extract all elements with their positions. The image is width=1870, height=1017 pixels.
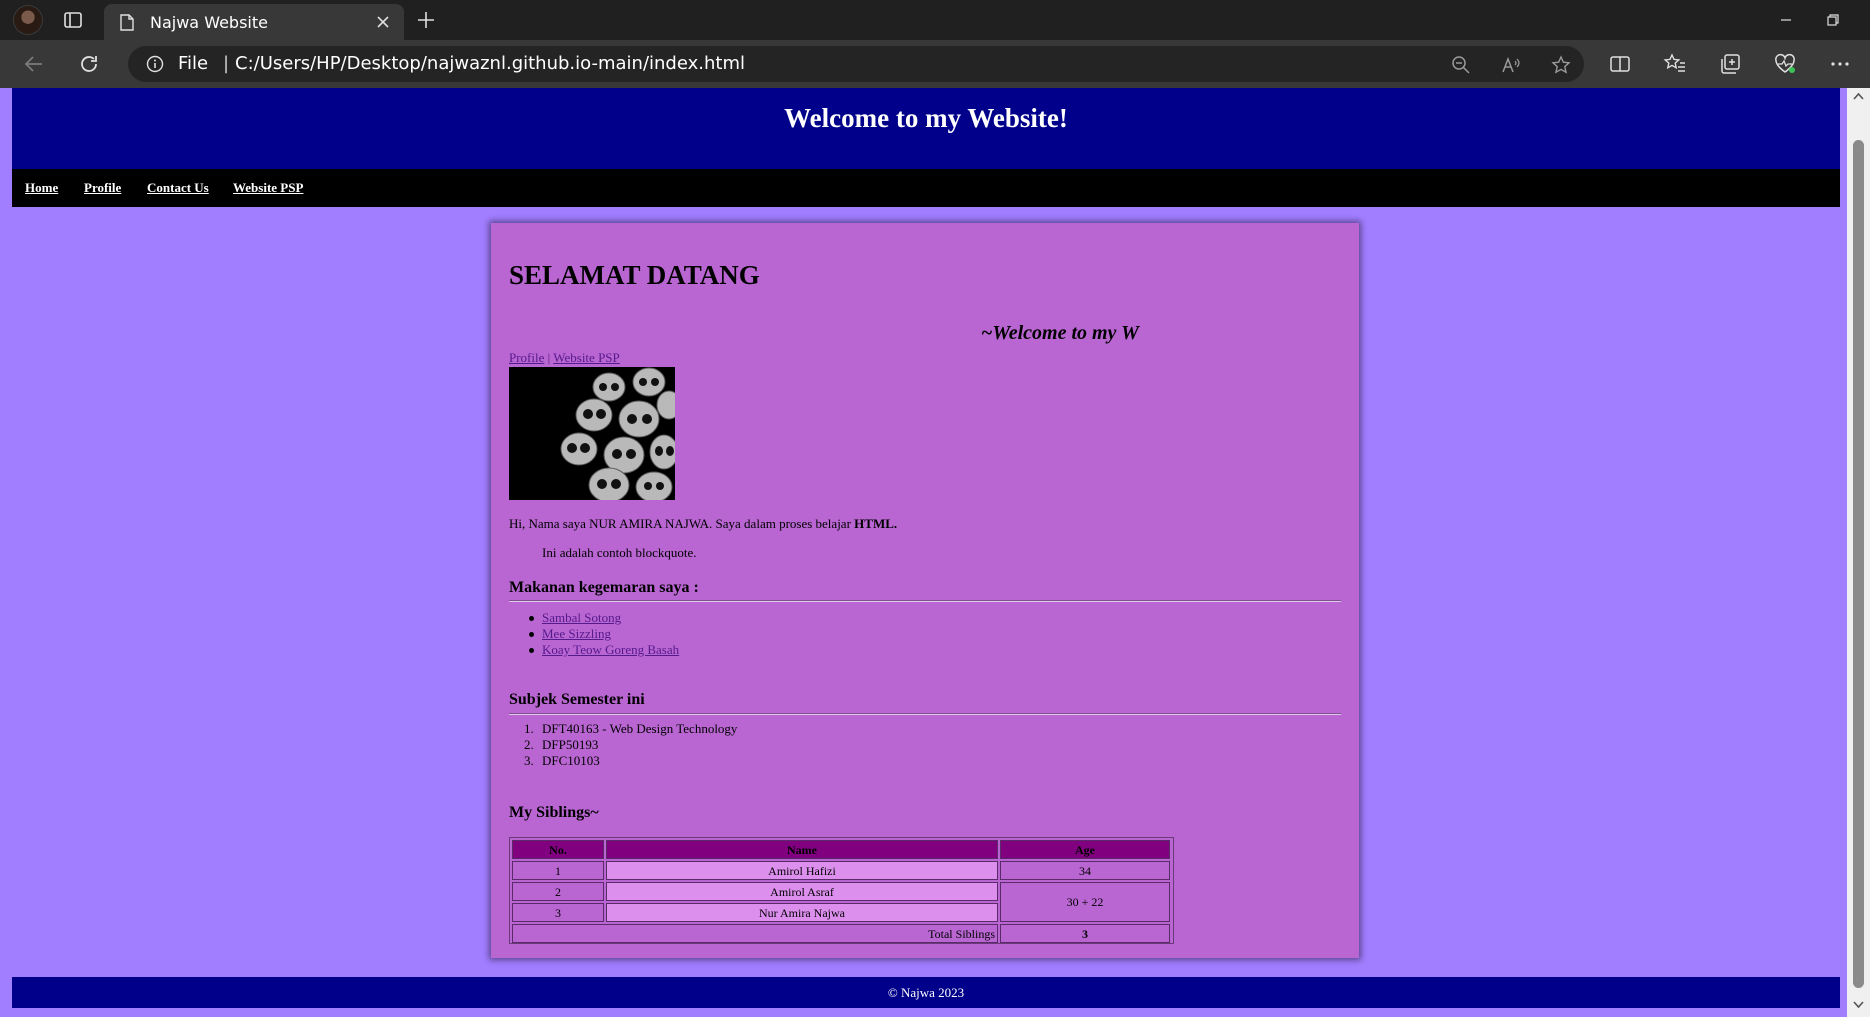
table-cell-age: 34 xyxy=(1000,861,1170,880)
intro-text: Hi, Nama saya NUR AMIRA NAJWA. Saya dala… xyxy=(509,516,897,532)
list-item: Sambal Sotong xyxy=(529,610,679,626)
more-dots-icon[interactable] xyxy=(1828,52,1852,76)
nav-link-contact-us[interactable]: Contact Us xyxy=(147,180,209,196)
quick-link-profile[interactable]: Profile xyxy=(509,350,544,365)
read-aloud-icon[interactable] xyxy=(1501,55,1521,75)
heart-pulse-icon[interactable] xyxy=(1773,52,1797,76)
subject-text: DFC10103 xyxy=(542,753,600,768)
site-nav: Home Profile Contact Us Website PSP xyxy=(12,169,1840,207)
minimize-icon[interactable] xyxy=(1774,8,1798,32)
table-header-name: Name xyxy=(606,840,998,859)
table-cell-no: 2 xyxy=(512,882,604,901)
subject-list: 1. DFT40163 - Web Design Technology 2. DFP… xyxy=(524,721,738,769)
subject-heading: Subjek Semester ini xyxy=(509,691,645,708)
tab-actions-icon[interactable] xyxy=(62,9,84,31)
scroll-up-arrow-icon[interactable] xyxy=(1853,92,1864,100)
siblings-heading: My Siblings~ xyxy=(509,804,599,821)
refresh-icon[interactable] xyxy=(77,52,101,76)
url-text[interactable]: C:/Users/HP/Desktop/najwaznl.github.io-m… xyxy=(235,53,745,75)
list-item: Koay Teow Goreng Basah xyxy=(529,642,679,658)
table-cell-no: 3 xyxy=(512,903,604,922)
table-header-age: Age xyxy=(1000,840,1170,859)
tab-najwa-website[interactable]: Najwa Website xyxy=(104,4,404,40)
subject-text: DFT40163 - Web Design Technology xyxy=(542,721,738,736)
plus-icon[interactable] xyxy=(415,9,437,31)
page-viewport: Welcome to my Website! Home Profile Cont… xyxy=(0,88,1870,1017)
address-bar[interactable]: File | C:/Users/HP/Desktop/najwaznl.gith… xyxy=(128,46,1584,82)
site-header: Welcome to my Website! xyxy=(12,88,1840,169)
quick-links-separator: | xyxy=(544,350,554,365)
list-item: Mee Sizzling xyxy=(529,626,679,642)
food-link-mee-sizzling[interactable]: Mee Sizzling xyxy=(542,626,611,641)
split-screen-icon[interactable] xyxy=(1608,52,1632,76)
page-icon xyxy=(120,14,134,31)
browser-toolbar: File | C:/Users/HP/Desktop/najwaznl.gith… xyxy=(0,40,1870,88)
address-separator: | xyxy=(223,53,230,74)
zoom-out-icon[interactable] xyxy=(1451,55,1471,75)
table-cell-name: Amirol Hafizi xyxy=(606,861,998,880)
table-cell-age-merged: 30 + 22 xyxy=(1000,882,1170,922)
quick-link-website-psp[interactable]: Website PSP xyxy=(553,350,620,365)
skulls-image xyxy=(509,367,675,500)
scrollbar-thumb[interactable] xyxy=(1853,140,1864,988)
welcome-heading: SELAMAT DATANG xyxy=(509,260,760,290)
info-icon[interactable] xyxy=(146,55,164,73)
food-link-koay-teow[interactable]: Koay Teow Goreng Basah xyxy=(542,642,679,657)
table-cell-name: Amirol Asraf xyxy=(606,882,998,901)
list-item: 3. DFC10103 xyxy=(524,753,600,768)
nav-link-website-psp[interactable]: Website PSP xyxy=(233,180,303,196)
close-icon[interactable] xyxy=(376,15,390,29)
quick-links: Profile | Website PSP xyxy=(509,350,620,366)
nav-link-profile[interactable]: Profile xyxy=(84,180,121,196)
food-heading: Makanan kegemaran saya : xyxy=(509,579,699,596)
table-cell-name: Nur Amira Najwa xyxy=(606,903,998,922)
back-arrow-icon[interactable] xyxy=(22,52,46,76)
restore-icon[interactable] xyxy=(1821,8,1845,32)
table-total-label: Total Siblings xyxy=(512,924,998,943)
siblings-table: No. Name Age 1 Amirol Hafizi 34 2 Amirol… xyxy=(509,837,1174,944)
marquee-text: ~Welcome to my W xyxy=(981,322,1139,344)
list-item: 1. DFT40163 - Web Design Technology xyxy=(524,721,738,736)
tab-title: Najwa Website xyxy=(150,13,268,32)
marquee: ~Welcome to my W xyxy=(509,321,1341,345)
content-box: SELAMAT DATANG ~Welcome to my W Profile … xyxy=(491,223,1359,958)
site-footer: © Najwa 2023 xyxy=(12,977,1840,1008)
vertical-scrollbar[interactable] xyxy=(1847,88,1870,1017)
list-item: 2. DFP50193 xyxy=(524,737,599,752)
blockquote: Ini adalah contoh blockquote. xyxy=(542,545,697,560)
food-list: Sambal Sotong Mee Sizzling Koay Teow Gor… xyxy=(529,610,679,658)
nav-link-home[interactable]: Home xyxy=(25,180,58,196)
collections-icon[interactable] xyxy=(1718,52,1742,76)
profile-avatar[interactable] xyxy=(13,5,43,35)
footer-text: © Najwa 2023 xyxy=(887,985,965,1000)
favorites-list-icon[interactable] xyxy=(1663,52,1687,76)
star-icon[interactable] xyxy=(1551,55,1571,75)
browser-tab-bar: Najwa Website xyxy=(0,0,1870,40)
scroll-down-arrow-icon[interactable] xyxy=(1853,1001,1864,1009)
divider xyxy=(509,600,1341,602)
address-scheme-label: File xyxy=(178,53,209,74)
site-title: Welcome to my Website! xyxy=(784,103,1068,133)
table-header-no: No. xyxy=(512,840,604,859)
intro-text-prefix: Hi, Nama saya NUR AMIRA NAJWA. Saya dala… xyxy=(509,516,855,531)
table-total-value: 3 xyxy=(1000,924,1170,943)
divider xyxy=(509,713,1341,715)
table-cell-no: 1 xyxy=(512,861,604,880)
subject-text: DFP50193 xyxy=(542,737,599,752)
food-link-sambal-sotong[interactable]: Sambal Sotong xyxy=(542,610,621,625)
intro-text-bold: HTML. xyxy=(854,516,898,531)
